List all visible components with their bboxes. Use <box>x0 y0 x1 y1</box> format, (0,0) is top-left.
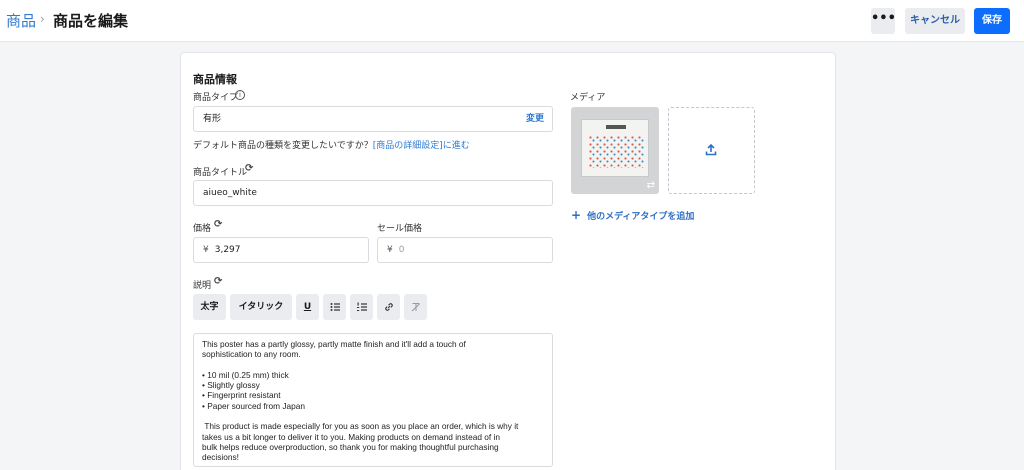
numbered-list-button[interactable] <box>350 294 373 320</box>
change-product-type-link[interactable]: 変更 <box>526 107 544 131</box>
price-value: 3,297 <box>214 245 241 255</box>
section-title: 商品情報 <box>193 73 237 86</box>
chevron-right-icon: › <box>40 12 45 26</box>
price-input[interactable]: ¥3,297 <box>193 237 369 263</box>
save-button[interactable]: 保存 <box>974 8 1010 34</box>
product-title-input[interactable]: aiueo_white <box>193 180 553 206</box>
breadcrumb-products-link[interactable]: 商品 <box>6 10 36 31</box>
product-type-hint-text: デフォルト商品の種類を変更したいですか？ <box>193 141 373 151</box>
link-button[interactable] <box>377 294 400 320</box>
sync-icon[interactable]: ⟳ <box>214 276 222 287</box>
description-textarea[interactable]: This poster has a partly glossy, partly … <box>193 333 553 467</box>
bold-button[interactable]: 太字 <box>193 294 226 320</box>
more-actions-button[interactable]: ••• <box>871 8 896 34</box>
upload-icon <box>705 143 717 156</box>
numbered-list-icon <box>356 302 367 311</box>
top-bar: 商品 › 商品を編集 ••• キャンセル 保存 <box>0 0 1024 42</box>
clear-format-button[interactable] <box>404 294 427 320</box>
sale-price-placeholder: 0 <box>398 245 405 255</box>
bullet-list-icon <box>330 303 340 311</box>
swap-icon[interactable]: ⇄ <box>647 180 655 191</box>
page-title: 商品を編集 <box>53 12 129 30</box>
product-type-hint: デフォルト商品の種類を変更したいですか？[商品の詳細設定]に進む <box>193 138 470 151</box>
clear-format-icon <box>411 303 420 312</box>
product-type-field: 有形 変更 <box>193 106 553 132</box>
add-media-type-link[interactable]: + 他のメディアタイプを追加 <box>571 208 694 222</box>
media-upload-dropzone[interactable] <box>668 107 755 194</box>
media-thumbnail[interactable]: ⇄ <box>571 107 659 194</box>
info-icon[interactable]: i <box>235 90 245 100</box>
plus-icon: + <box>571 208 582 222</box>
sale-price-label: セール価格 <box>377 224 423 234</box>
media-label: メディア <box>570 93 606 103</box>
description-label: 説明 <box>193 281 212 291</box>
product-info-card: 商品情報 商品タイプ i 有形 変更 デフォルト商品の種類を変更したいですか？[… <box>180 52 836 470</box>
bullet-list-button[interactable] <box>323 294 346 320</box>
italic-button[interactable]: イタリック <box>230 294 292 320</box>
poster-pattern <box>590 137 645 168</box>
product-type-value: 有形 <box>203 114 222 124</box>
product-title-value: aiueo_white <box>203 188 257 198</box>
product-title-label: 商品タイトル <box>193 168 248 178</box>
advanced-settings-link[interactable]: [商品の詳細設定]に進む <box>373 141 470 151</box>
price-label: 価格 <box>193 224 212 234</box>
poster-image <box>581 119 649 177</box>
currency-symbol: ¥ <box>203 245 209 255</box>
add-media-label: 他のメディアタイプを追加 <box>587 212 695 222</box>
sync-icon[interactable]: ⟳ <box>214 219 222 230</box>
poster-header-mark <box>606 125 626 129</box>
cancel-button[interactable]: キャンセル <box>905 8 965 34</box>
underline-button[interactable]: U <box>296 294 319 320</box>
link-icon <box>384 303 393 311</box>
currency-symbol: ¥ <box>387 245 393 255</box>
product-type-label: 商品タイプ <box>193 93 239 103</box>
sync-icon[interactable]: ⟳ <box>245 163 253 174</box>
sale-price-input[interactable]: ¥0 <box>377 237 553 263</box>
